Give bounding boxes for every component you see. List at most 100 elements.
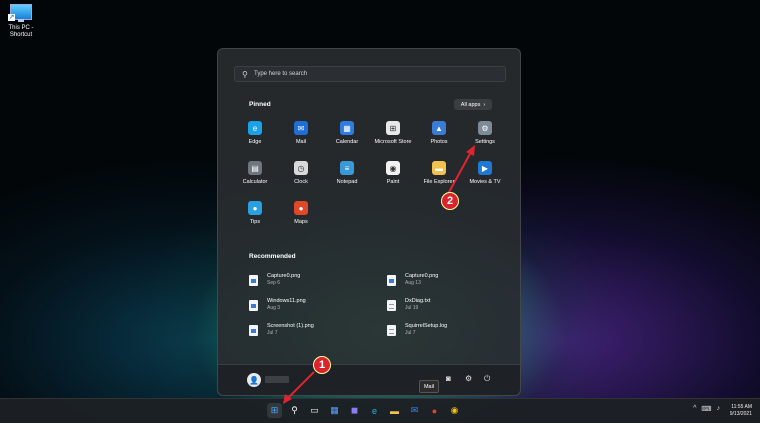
pinned-app-photos[interactable]: ▲ Photos <box>416 121 462 153</box>
all-apps-button[interactable]: All apps › <box>454 99 492 110</box>
recommended-file-date: Jul 19 <box>405 305 419 311</box>
shortcut-arrow-icon: ↗ <box>8 14 15 21</box>
taskbar: ⊞ ⚲ ▭ ▦ ◼ e ▬ ✉ ● ◉ ^ ⌨ ♪ 11:55 AM 9/13/… <box>0 398 760 423</box>
pinned-app-label: Movies & TV <box>469 179 501 185</box>
recommended-item[interactable]: Capture0.png Aug 13 <box>387 272 509 288</box>
recommended-item[interactable]: Capture0.png Sep 6 <box>249 272 387 288</box>
pinned-app-movies-tv[interactable]: ▶ Movies & TV <box>462 161 508 193</box>
start-search-box[interactable]: ⚲ Type here to search <box>234 66 506 82</box>
notepad-icon: ≡ <box>340 161 354 175</box>
recommended-title: Recommended <box>249 253 296 260</box>
mail-icon[interactable]: ✉ <box>407 403 422 418</box>
chrome-icon[interactable]: ◉ <box>447 403 462 418</box>
pinned-app-calculator[interactable]: ▤ Calculator <box>232 161 278 193</box>
volume-icon[interactable]: ♪ <box>717 405 721 413</box>
pinned-app-label: Maps <box>294 219 308 225</box>
clock-icon: ◷ <box>294 161 308 175</box>
text-file-icon <box>387 299 396 311</box>
movies-icon: ▶ <box>478 161 492 175</box>
chevron-up-icon[interactable]: ^ <box>693 405 696 413</box>
pinned-app-mail[interactable]: ✉ Mail <box>278 121 324 153</box>
widgets-icon[interactable]: ▦ <box>327 403 342 418</box>
paint-icon: ◉ <box>386 161 400 175</box>
image-file-icon <box>249 324 258 336</box>
settings-gear-icon[interactable]: ⚙ <box>465 374 472 383</box>
image-file-icon <box>249 299 258 311</box>
pinned-app-label: Photos <box>430 139 448 145</box>
pinned-app-label: Notepad <box>336 179 358 185</box>
pinned-app-notepad[interactable]: ≡ Notepad <box>324 161 370 193</box>
photos-icon: ▲ <box>432 121 446 135</box>
pinned-app-label: Settings <box>475 139 495 145</box>
calculator-icon: ▤ <box>248 161 262 175</box>
search-icon[interactable]: ⚲ <box>287 403 302 418</box>
recommended-item[interactable]: Screenshot (1).png Jul 7 <box>249 322 387 338</box>
store-icon: ⊞ <box>386 121 400 135</box>
pinned-app-file-explorer[interactable]: ▬ File Explorer <box>416 161 462 193</box>
edge-icon[interactable]: e <box>367 403 382 418</box>
shortcut-label: This PC - Shortcut <box>8 25 34 38</box>
image-file-icon <box>249 274 258 286</box>
start-menu: ⚲ Type here to search Pinned All apps › … <box>217 48 521 396</box>
recommended-file-name: Windows11.png <box>267 298 306 304</box>
chat-icon[interactable]: ◼ <box>347 403 362 418</box>
recommended-file-date: Aug 13 <box>405 280 421 286</box>
user-avatar[interactable]: 👤 <box>247 373 261 387</box>
mail-icon: ✉ <box>294 121 308 135</box>
pinned-app-calendar[interactable]: ▦ Calendar <box>324 121 370 153</box>
folder-icon: ▬ <box>432 161 446 175</box>
this-pc-shortcut[interactable]: ↗ This PC - Shortcut <box>4 4 38 39</box>
network-icon[interactable]: ⌨ <box>701 405 711 413</box>
recommended-file-date: Jul 7 <box>405 330 416 336</box>
pictures-folder-icon[interactable]: ◙ <box>446 374 451 383</box>
file-explorer-icon[interactable]: ▬ <box>387 403 402 418</box>
pinned-app-label: Tips <box>249 219 261 225</box>
pinned-app-paint[interactable]: ◉ Paint <box>370 161 416 193</box>
edge-icon: e <box>248 121 262 135</box>
mail-tooltip: Mail <box>419 380 439 393</box>
pinned-title: Pinned <box>249 101 271 108</box>
calendar-icon: ▦ <box>340 121 354 135</box>
recommended-list: Capture0.png Sep 6 Capture0.png Aug 13 Windo… <box>249 272 509 338</box>
recommended-file-name: SquirrelSetup.log <box>405 323 448 329</box>
pinned-app-label: Paint <box>386 179 400 185</box>
pinned-app-label: Calendar <box>335 139 359 145</box>
gear-icon: ⚙ <box>478 121 492 135</box>
task-view-icon[interactable]: ▭ <box>307 403 322 418</box>
recommended-item[interactable]: DxDiag.txt Jul 19 <box>387 297 509 313</box>
pinned-app-tips[interactable]: ● Tips <box>232 201 278 233</box>
step-1-badge: 1 <box>313 356 331 374</box>
maps-icon: ● <box>294 201 308 215</box>
pinned-app-label: Mail <box>295 139 307 145</box>
clock-date: 9/13/2021 <box>729 411 752 417</box>
start-footer: 👤 ◙ ⚙ ⏻ <box>218 364 520 395</box>
pinned-app-settings[interactable]: ⚙ Settings <box>462 121 508 153</box>
recommended-item[interactable]: Windows11.png Aug 3 <box>249 297 387 313</box>
power-icon[interactable]: ⏻ <box>484 374 490 384</box>
all-apps-label: All apps <box>460 101 481 108</box>
pinned-app-clock[interactable]: ◷ Clock <box>278 161 324 193</box>
recommended-file-date: Jul 7 <box>267 330 278 336</box>
recommended-file-name: Capture0.png <box>267 273 301 279</box>
clock[interactable]: 11:55 AM 9/13/2021 <box>730 404 752 418</box>
recommended-file-name: Capture0.png <box>405 273 439 279</box>
recommended-file-name: Screenshot (1).png <box>267 323 314 329</box>
pinned-app-maps[interactable]: ● Maps <box>278 201 324 233</box>
maps-icon[interactable]: ● <box>427 403 442 418</box>
text-file-icon <box>387 324 396 336</box>
pinned-app-edge[interactable]: e Edge <box>232 121 278 153</box>
recommended-file-date: Aug 3 <box>267 305 281 311</box>
pinned-app-label: File Explorer <box>423 179 455 185</box>
search-icon: ⚲ <box>242 69 248 79</box>
user-name-redacted[interactable] <box>265 376 289 383</box>
recommended-file-name: DxDiag.txt <box>405 298 431 304</box>
clock-time: 11:55 AM <box>731 404 752 410</box>
search-placeholder: Type here to search <box>254 71 308 77</box>
recommended-item[interactable]: SquirrelSetup.log Jul 7 <box>387 322 509 338</box>
pinned-app-label: Microsoft Store <box>374 139 412 145</box>
start-icon[interactable]: ⊞ <box>267 403 282 418</box>
pinned-app-label: Clock <box>294 179 308 185</box>
pinned-apps-grid: e Edge ✉ Mail ▦ Calendar ⊞ Microsoft Store ▲ Phot… <box>232 121 508 233</box>
pinned-app-microsoft-store[interactable]: ⊞ Microsoft Store <box>370 121 416 153</box>
step-2-badge: 2 <box>441 192 459 210</box>
